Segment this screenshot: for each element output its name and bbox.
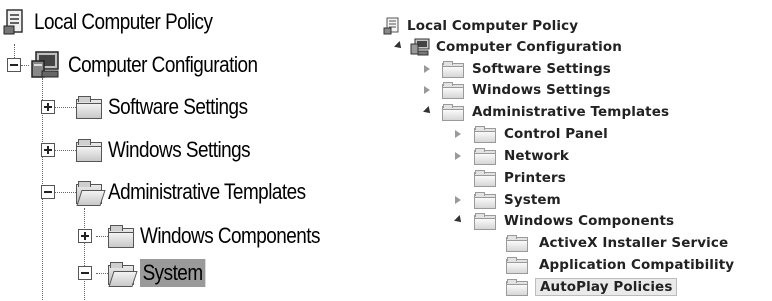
right-tree-item-application-compatibility[interactable]: Application Compatibility (506, 254, 734, 276)
folder-icon (506, 279, 528, 296)
plus-box-icon[interactable] (41, 100, 55, 114)
right-tree-item-printers[interactable]: Printers (474, 167, 566, 189)
left-software-settings-label: Software Settings (108, 94, 248, 119)
right-printers-label: Printers (504, 170, 566, 186)
left-policy-tree: Local Computer Policy Computer Configura… (0, 0, 360, 301)
folder-icon (76, 139, 102, 162)
right-tree-item-autoplay-policies[interactable]: AutoPlay Policies (506, 276, 678, 298)
folder-open-icon (474, 213, 496, 230)
folder-icon (108, 225, 134, 248)
right-administrative-templates-label: Administrative Templates (472, 104, 670, 120)
minus-box-icon[interactable] (78, 266, 92, 280)
folder-icon (76, 96, 102, 119)
right-tree-item-administrative-templates[interactable]: Administrative Templates (442, 101, 669, 123)
folder-open-icon (442, 104, 464, 121)
minus-box-icon[interactable] (41, 185, 55, 199)
right-autoplay-policies-label: AutoPlay Policies (535, 278, 678, 296)
right-tree-item-windows-settings[interactable]: Windows Settings (442, 79, 611, 101)
folder-open-icon (76, 181, 106, 206)
expand-triangle-icon[interactable] (455, 196, 461, 204)
left-windows-settings-label: Windows Settings (108, 137, 251, 162)
right-policy-tree: Local Computer Policy Computer Configura… (375, 0, 772, 301)
tree-connector (54, 107, 76, 108)
right-tree-root[interactable]: Local Computer Policy (383, 15, 578, 37)
folder-icon (442, 82, 464, 99)
left-administrative-templates-label: Administrative Templates (108, 179, 306, 204)
tree-connector (54, 192, 76, 193)
folder-icon (474, 192, 496, 209)
plus-box-icon[interactable] (41, 143, 55, 157)
right-control-panel-label: Control Panel (504, 126, 608, 142)
computer-icon (31, 51, 59, 78)
right-tree-item-network[interactable]: Network (474, 145, 569, 167)
right-tree-item-control-panel[interactable]: Control Panel (474, 123, 608, 145)
tree-connector (54, 150, 76, 151)
collapse-triangle-icon[interactable] (423, 106, 433, 116)
tree-connector (84, 208, 85, 300)
computer-icon (410, 38, 430, 56)
policy-document-icon (383, 17, 399, 35)
left-tree-item-system[interactable]: System (108, 255, 216, 291)
folder-open-icon (108, 262, 138, 287)
left-tree-root[interactable]: Local Computer Policy (2, 4, 242, 40)
left-windows-components-label: Windows Components (140, 223, 321, 248)
folder-icon (442, 61, 464, 78)
left-tree-item-windows-settings[interactable]: Windows Settings (76, 132, 273, 168)
expand-triangle-icon[interactable] (424, 65, 430, 73)
left-root-label: Local Computer Policy (34, 9, 213, 34)
right-system-label: System (504, 192, 561, 208)
left-tree-item-computer-configuration[interactable]: Computer Configuration (30, 47, 288, 83)
expand-triangle-icon[interactable] (455, 130, 461, 138)
right-activex-installer-service-label: ActiveX Installer Service (539, 235, 729, 251)
policy-document-icon (3, 9, 23, 35)
expand-triangle-icon[interactable] (455, 152, 461, 160)
folder-icon (474, 148, 496, 165)
folder-icon (506, 257, 528, 274)
expand-triangle-icon[interactable] (424, 86, 430, 94)
right-tree-item-windows-components[interactable]: Windows Components (474, 210, 674, 232)
left-tree-item-administrative-templates[interactable]: Administrative Templates (76, 174, 338, 210)
minus-box-icon[interactable] (7, 58, 21, 72)
plus-box-icon[interactable] (78, 229, 92, 243)
folder-icon (474, 170, 496, 187)
left-tree-item-windows-components[interactable]: Windows Components (108, 218, 349, 254)
right-windows-settings-label: Windows Settings (472, 82, 611, 98)
tree-connector (21, 65, 29, 66)
right-windows-components-label: Windows Components (504, 213, 675, 229)
right-tree-item-activex-installer-service[interactable]: ActiveX Installer Service (506, 232, 728, 254)
right-network-label: Network (504, 148, 569, 164)
left-computer-configuration-label: Computer Configuration (68, 52, 258, 77)
right-tree-item-software-settings[interactable]: Software Settings (442, 58, 611, 80)
right-application-compatibility-label: Application Compatibility (539, 257, 735, 273)
folder-icon (474, 126, 496, 143)
right-computer-configuration-label: Computer Configuration (436, 39, 622, 55)
right-tree-item-system[interactable]: System (474, 189, 561, 211)
right-software-settings-label: Software Settings (472, 61, 611, 77)
folder-icon (506, 235, 528, 252)
left-tree-item-software-settings[interactable]: Software Settings (76, 89, 270, 125)
collapse-triangle-icon[interactable] (394, 41, 404, 51)
right-root-label: Local Computer Policy (407, 18, 579, 34)
left-system-label: System (140, 259, 206, 287)
right-tree-item-computer-configuration[interactable]: Computer Configuration (410, 36, 622, 58)
collapse-triangle-icon[interactable] (454, 215, 464, 225)
